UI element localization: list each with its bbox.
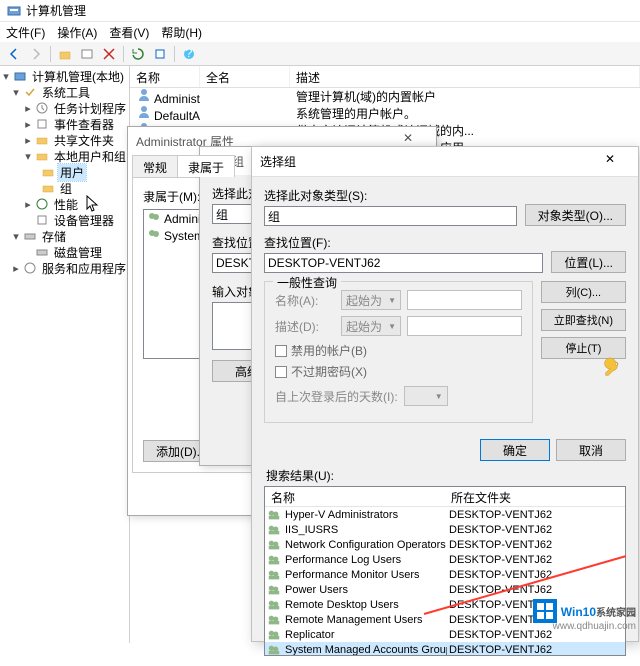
desc-input[interactable] <box>407 316 522 336</box>
menu-help[interactable]: 帮助(H) <box>161 24 202 41</box>
tree-event-viewer[interactable]: ▸事件查看器 <box>0 116 129 132</box>
name-label: 名称(A): <box>275 292 335 309</box>
findnow-button[interactable]: 立即查找(N) <box>541 309 626 331</box>
tree-storage[interactable]: ▾存储 <box>0 228 129 244</box>
disabled-checkbox[interactable]: 禁用的帐户(B) <box>275 342 522 359</box>
col-name[interactable]: 名称 <box>130 66 200 87</box>
tree-root[interactable]: ▾计算机管理(本地) <box>0 68 129 84</box>
svg-text:?: ? <box>186 47 193 60</box>
col-fullname[interactable]: 全名 <box>200 66 290 87</box>
obj-type-field[interactable]: 组 <box>264 206 517 226</box>
result-row[interactable]: Performance Monitor UsersDESKTOP-VENTJ62 <box>265 567 625 582</box>
name-combo[interactable]: 起始为▼ <box>341 290 401 310</box>
tree-system-tools[interactable]: ▾系统工具 <box>0 84 129 100</box>
result-row[interactable]: Performance Log UsersDESKTOP-VENTJ62 <box>265 552 625 567</box>
columns-button[interactable]: 列(C)... <box>541 281 626 303</box>
forward-icon[interactable] <box>26 44 46 64</box>
stop-button[interactable]: 停止(T) <box>541 337 626 359</box>
tree-task-scheduler[interactable]: ▸任务计划程序 <box>0 100 129 116</box>
help-icon[interactable]: ? <box>179 44 199 64</box>
tree-pane[interactable]: ▾计算机管理(本地) ▾系统工具 ▸任务计划程序 ▸事件查看器 ▸共享文件夹 ▾… <box>0 66 130 643</box>
menu-file[interactable]: 文件(F) <box>6 24 45 41</box>
dialog3-title: 选择组 ✕ <box>252 147 638 177</box>
list-row[interactable]: Administrat...管理计算机(域)的内置帐户 <box>130 88 640 105</box>
cancel-button[interactable]: 取消 <box>556 439 626 461</box>
tab-memberof[interactable]: 隶属于 <box>177 155 235 177</box>
tree-shared-folders[interactable]: ▸共享文件夹 <box>0 132 129 148</box>
locations-button[interactable]: 位置(L)... <box>551 251 626 273</box>
toolbar: ? <box>0 42 640 66</box>
last-logon-combo[interactable]: ▼ <box>404 386 448 406</box>
col-desc[interactable]: 描述 <box>290 66 640 87</box>
tree-users[interactable]: 用户 <box>0 164 129 180</box>
location-label: 查找位置(F): <box>264 234 543 251</box>
close-icon[interactable]: ✕ <box>590 152 630 172</box>
noexpire-checkbox[interactable]: 不过期密码(X) <box>275 363 522 380</box>
menubar: 文件(F) 操作(A) 查看(V) 帮助(H) <box>0 22 640 42</box>
results-label: 搜索结果(U): <box>266 467 626 484</box>
result-row[interactable]: System Managed Accounts GroupDESKTOP-VEN… <box>265 642 625 656</box>
common-queries-label: 一般性查询 <box>273 274 341 291</box>
menu-view[interactable]: 查看(V) <box>109 24 149 41</box>
up-icon[interactable] <box>55 44 75 64</box>
list-row[interactable]: DefaultAcc...系统管理的用户帐户。 <box>130 105 640 122</box>
key-icon <box>602 357 624 377</box>
tab-general[interactable]: 常规 <box>132 155 178 177</box>
app-icon <box>6 3 22 19</box>
menu-action[interactable]: 操作(A) <box>57 24 97 41</box>
tree-device-mgr[interactable]: 设备管理器 <box>0 212 129 228</box>
list-header: 名称 全名 描述 <box>130 66 640 88</box>
result-row[interactable]: Power UsersDESKTOP-VENTJ62 <box>265 582 625 597</box>
last-logon-label: 自上次登录后的天数(I): <box>275 388 398 405</box>
ok-button[interactable]: 确定 <box>480 439 550 461</box>
result-row[interactable]: IIS_IUSRSDESKTOP-VENTJ62 <box>265 522 625 537</box>
object-types-button[interactable]: 对象类型(O)... <box>525 204 626 226</box>
tree-disk-mgmt[interactable]: 磁盘管理 <box>0 244 129 260</box>
location-field[interactable]: DESKTOP-VENTJ62 <box>264 253 543 273</box>
tree-groups[interactable]: 组 <box>0 180 129 196</box>
tree-performance[interactable]: ▸性能 <box>0 196 129 212</box>
refresh-icon[interactable] <box>128 44 148 64</box>
result-row[interactable]: Hyper-V AdministratorsDESKTOP-VENTJ62 <box>265 507 625 522</box>
back-icon[interactable] <box>4 44 24 64</box>
list-icon[interactable] <box>77 44 97 64</box>
obj-type-label: 选择此对象类型(S): <box>264 187 517 204</box>
tree-local-users[interactable]: ▾本地用户和组 <box>0 148 129 164</box>
watermark: Win10系统家园 www.qdhuajin.com <box>533 599 636 623</box>
desc-combo[interactable]: 起始为▼ <box>341 316 401 336</box>
export-icon[interactable] <box>150 44 170 64</box>
delete-icon[interactable] <box>99 44 119 64</box>
window-title: 计算机管理 <box>26 2 86 19</box>
results-col-name[interactable]: 名称 <box>265 487 445 506</box>
name-input[interactable] <box>407 290 522 310</box>
titlebar: 计算机管理 <box>0 0 640 22</box>
result-row[interactable]: Network Configuration OperatorsDESKTOP-V… <box>265 537 625 552</box>
desc-label: 描述(D): <box>275 318 335 335</box>
tree-services-apps[interactable]: ▸服务和应用程序 <box>0 260 129 276</box>
results-col-folder[interactable]: 所在文件夹 <box>445 487 625 506</box>
win-logo-icon <box>533 599 557 623</box>
